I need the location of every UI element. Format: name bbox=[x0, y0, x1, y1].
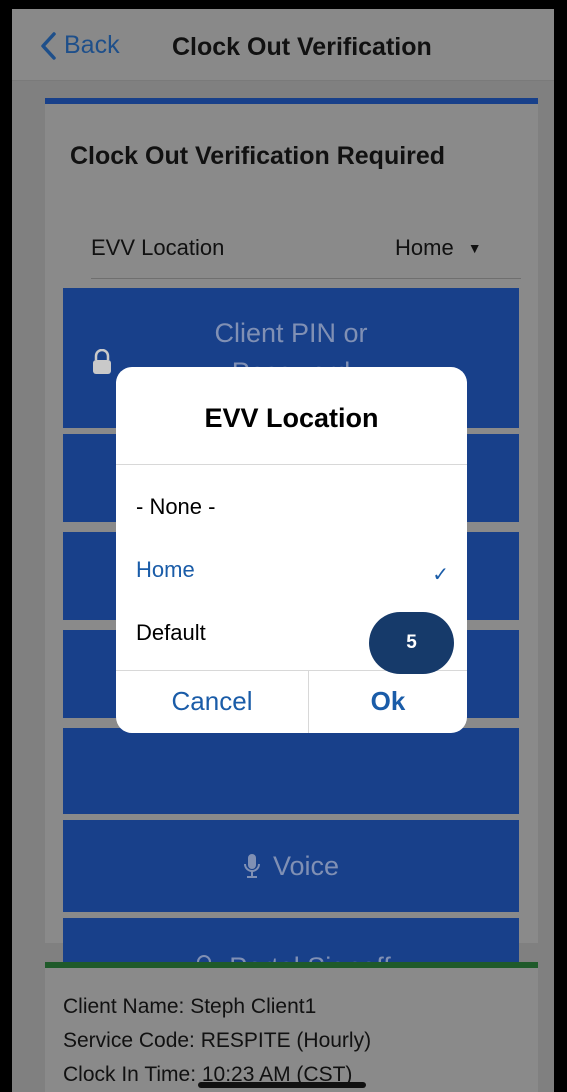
voice-label: Voice bbox=[272, 850, 340, 881]
service-code: Service Code: RESPITE (Hourly) bbox=[63, 1029, 372, 1052]
evv-location-dialog: EVV Location - None - Home ✓ Default Can… bbox=[116, 367, 467, 733]
evv-location-value: Home bbox=[395, 235, 454, 260]
back-label: Back bbox=[64, 31, 120, 59]
chevron-left-icon bbox=[41, 31, 56, 60]
visit-info-card: Client Name: Steph Client1 Service Code:… bbox=[45, 962, 538, 1092]
card-title: Clock Out Verification Required bbox=[70, 142, 446, 170]
option-none[interactable]: - None - bbox=[136, 494, 215, 520]
evv-location-label: EVV Location bbox=[91, 235, 225, 260]
nav-bar: Back Clock Out Verification bbox=[12, 9, 554, 81]
pin-label-line1: Client PIN or bbox=[214, 318, 368, 348]
page-title: Clock Out Verification bbox=[172, 33, 432, 61]
home-indicator bbox=[198, 1082, 366, 1088]
divider bbox=[91, 278, 521, 279]
dialog-title: EVV Location bbox=[204, 403, 379, 433]
cancel-button[interactable]: Cancel bbox=[116, 670, 308, 733]
caret-down-icon: ▼ bbox=[467, 240, 482, 256]
microphone-icon bbox=[243, 853, 261, 879]
back-button[interactable]: Back bbox=[40, 31, 120, 60]
client-name: Client Name: Steph Client1 bbox=[63, 995, 317, 1018]
evv-location-dropdown[interactable]: Home ▼ bbox=[395, 235, 482, 261]
verification-option-button[interactable] bbox=[63, 728, 519, 814]
step-number-badge: 5 bbox=[369, 612, 454, 674]
checkmark-icon: ✓ bbox=[432, 564, 449, 586]
ok-button[interactable]: Ok bbox=[309, 670, 467, 733]
option-default[interactable]: Default bbox=[136, 620, 206, 646]
voice-button[interactable]: Voice bbox=[63, 820, 519, 912]
divider bbox=[116, 464, 467, 465]
option-home[interactable]: Home bbox=[136, 557, 195, 583]
